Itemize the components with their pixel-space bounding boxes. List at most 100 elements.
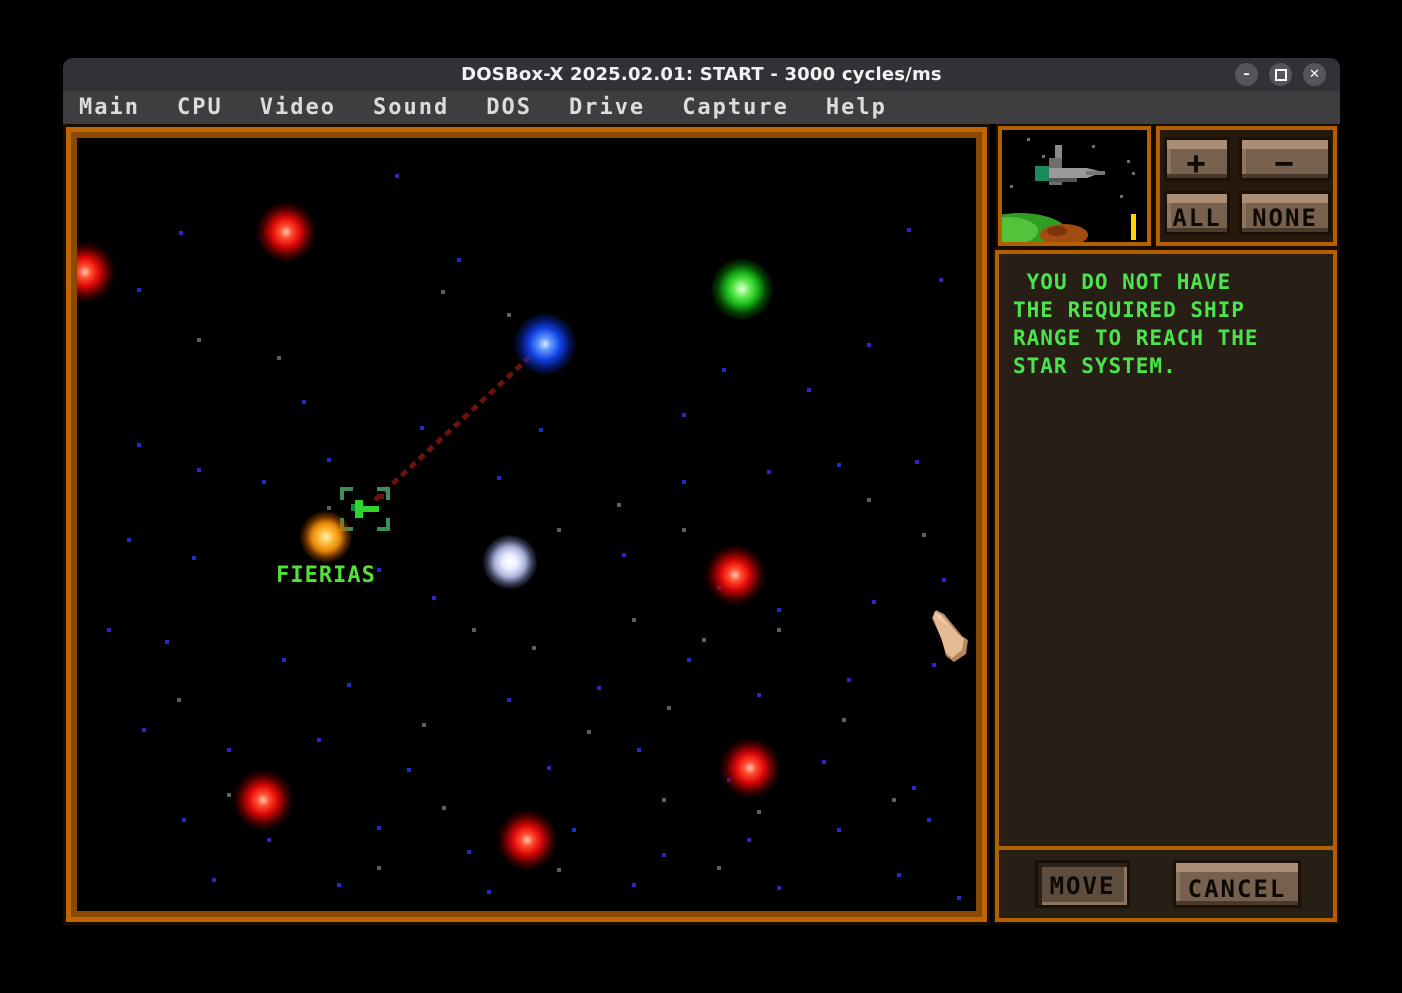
background-star: [422, 723, 426, 727]
action-bar: MOVE CANCEL: [999, 850, 1333, 918]
background-star: [327, 506, 331, 510]
background-star: [867, 343, 871, 347]
maximize-icon: [1275, 69, 1287, 81]
system-label: FIERIAS: [276, 563, 376, 588]
background-star: [622, 553, 626, 557]
background-star: [227, 748, 231, 752]
titlebar[interactable]: DOSBox-X 2025.02.01: START - 3000 cycles…: [63, 58, 1340, 91]
background-star: [197, 468, 201, 472]
background-star: [842, 718, 846, 722]
background-star: [667, 706, 671, 710]
background-star: [497, 476, 501, 480]
background-star: [557, 868, 561, 872]
menu-help[interactable]: Help: [826, 95, 887, 120]
star-system-red[interactable]: [719, 737, 781, 799]
menu-cpu[interactable]: CPU: [177, 95, 223, 120]
menu-sound[interactable]: Sound: [373, 95, 449, 120]
background-star: [777, 886, 781, 890]
background-star: [262, 480, 266, 484]
menubar: Main CPU Video Sound DOS Drive Capture H…: [63, 91, 1340, 124]
background-star: [267, 838, 271, 842]
fleet-ship-thumbnail: [1002, 130, 1147, 242]
background-star: [912, 786, 916, 790]
background-star: [212, 878, 216, 882]
background-star: [587, 730, 591, 734]
background-star: [467, 850, 471, 854]
background-star: [702, 638, 706, 642]
background-star: [822, 760, 826, 764]
star-system-blue[interactable]: [514, 313, 576, 375]
background-star: [922, 533, 926, 537]
remove-ship-button[interactable]: −: [1239, 137, 1331, 181]
background-star: [807, 388, 811, 392]
add-ship-button[interactable]: +: [1164, 137, 1230, 181]
menu-capture[interactable]: Capture: [682, 95, 789, 120]
background-star: [377, 568, 381, 572]
background-star: [441, 290, 445, 294]
all-ships-button[interactable]: ALL: [1164, 191, 1230, 235]
background-star: [197, 338, 201, 342]
background-star: [347, 683, 351, 687]
background-star: [957, 896, 961, 900]
background-star: [192, 556, 196, 560]
background-star: [507, 698, 511, 702]
no-ships-button[interactable]: NONE: [1239, 191, 1331, 235]
background-star: [632, 618, 636, 622]
menu-drive[interactable]: Drive: [569, 95, 645, 120]
cancel-button[interactable]: CANCEL: [1173, 860, 1301, 908]
background-star: [777, 608, 781, 612]
background-star: [457, 258, 461, 262]
background-star: [757, 693, 761, 697]
background-star: [722, 368, 726, 372]
background-star: [137, 288, 141, 292]
background-star: [377, 866, 381, 870]
background-star: [717, 866, 721, 870]
background-star: [939, 278, 943, 282]
background-star: [572, 828, 576, 832]
background-star: [277, 356, 281, 360]
background-star: [142, 728, 146, 732]
background-star: [282, 658, 286, 662]
background-star: [927, 818, 931, 822]
range-warning-message: YOU DO NOT HAVE THE REQUIRED SHIP RANGE …: [999, 254, 1333, 846]
route-line: [77, 138, 976, 911]
background-star: [837, 463, 841, 467]
star-system-red[interactable]: [77, 241, 116, 303]
background-star: [137, 443, 141, 447]
message-panel: YOU DO NOT HAVE THE REQUIRED SHIP RANGE …: [995, 250, 1337, 922]
star-system-orange[interactable]: [300, 511, 352, 563]
minimize-button[interactable]: –: [1235, 63, 1258, 86]
menu-video[interactable]: Video: [260, 95, 336, 120]
star-system-red[interactable]: [704, 544, 766, 606]
star-system-white[interactable]: [483, 535, 537, 589]
background-star: [682, 413, 686, 417]
move-button[interactable]: MOVE: [1035, 860, 1130, 908]
background-star: [837, 828, 841, 832]
background-star: [757, 810, 761, 814]
background-star: [892, 798, 896, 802]
maximize-button[interactable]: [1269, 63, 1292, 86]
gauge-bar-icon: [1131, 214, 1136, 240]
hand-cursor-icon: [928, 610, 976, 670]
star-system-red[interactable]: [255, 201, 317, 263]
game-screen: FIERIAS: [63, 124, 1340, 925]
menu-dos[interactable]: DOS: [486, 95, 532, 120]
background-star: [662, 798, 666, 802]
star-system-red[interactable]: [496, 809, 558, 871]
star-system-red[interactable]: [232, 769, 294, 831]
menu-main[interactable]: Main: [79, 95, 140, 120]
background-star: [507, 313, 511, 317]
background-star: [179, 231, 183, 235]
background-star: [395, 174, 399, 178]
star-map[interactable]: FIERIAS: [77, 138, 976, 911]
background-star: [597, 686, 601, 690]
close-button[interactable]: ✕: [1303, 63, 1326, 86]
background-star: [127, 538, 131, 542]
star-system-green[interactable]: [711, 258, 773, 320]
background-star: [872, 600, 876, 604]
background-star: [532, 646, 536, 650]
background-star: [442, 806, 446, 810]
background-star: [942, 578, 946, 582]
background-star: [682, 480, 686, 484]
background-star: [632, 883, 636, 887]
